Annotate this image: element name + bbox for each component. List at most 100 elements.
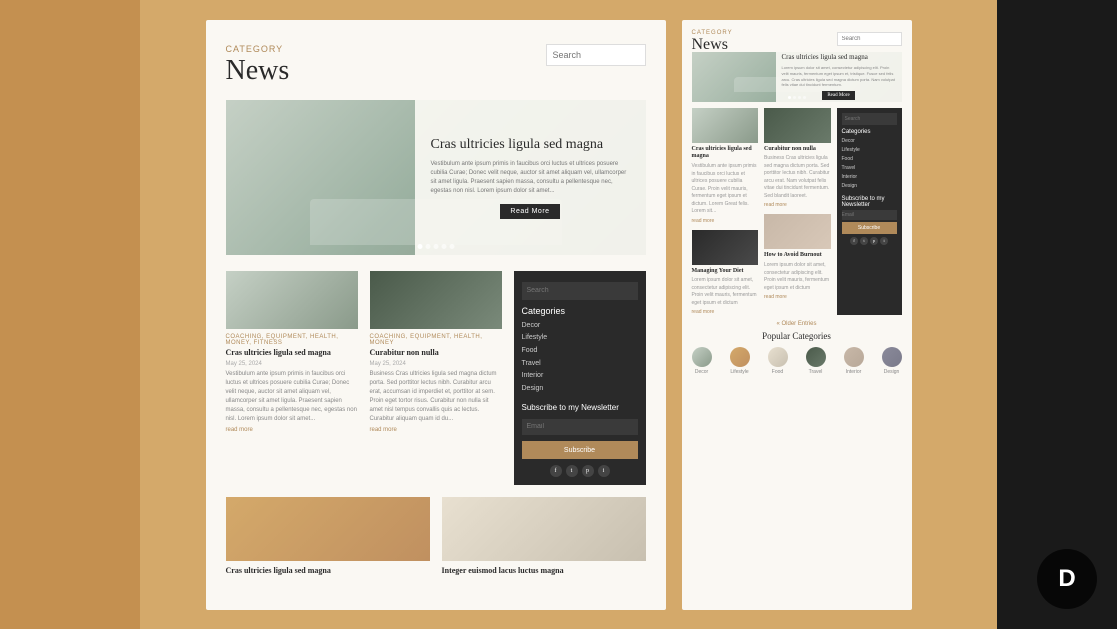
- rp-pop-food: Food: [768, 347, 788, 375]
- lp-pinterest-icon[interactable]: p: [582, 465, 594, 477]
- lp-card-4-title: Integer euismod lacus luctus magna: [442, 566, 646, 576]
- rp-card-1-text: Vestibulum ante ipsum primis in faucibus…: [692, 163, 759, 216]
- rp-card-4-image: [764, 214, 831, 249]
- lp-read-more-button[interactable]: Read More: [500, 204, 559, 219]
- lp-sidebar-categories-title: Categories: [522, 306, 638, 316]
- lp-twitter-icon[interactable]: t: [566, 465, 578, 477]
- rp-newsletter-email[interactable]: [842, 210, 897, 220]
- rp-older-entries[interactable]: « Older Entries: [692, 321, 902, 327]
- hero-dot-3[interactable]: [433, 244, 438, 249]
- rp-sidebar-cat-food[interactable]: Food: [842, 155, 897, 164]
- rp-facebook-icon[interactable]: f: [850, 237, 858, 245]
- rp-card-2-title: Curabitur non nulla: [764, 146, 831, 154]
- rp-popular-section: Popular Categories Decor Lifestyle Food …: [692, 331, 902, 375]
- rp-card-1: Cras ultricies ligula sed magna Vestibul…: [692, 108, 759, 224]
- lp-newsletter-title: Subscribe to my Newsletter: [522, 403, 638, 412]
- hero-dot-1[interactable]: [417, 244, 422, 249]
- lp-sidebar-cat-interior[interactable]: Interior: [522, 370, 638, 383]
- rp-pop-lifestyle: Lifestyle: [730, 347, 750, 375]
- lp-sidebar-cat-lifestyle[interactable]: Lifestyle: [522, 332, 638, 345]
- rp-card-2-text: Business Cras ultricies ligula sed magna…: [764, 155, 831, 200]
- lp-cards-row2: Cras ultricies ligula sed magna Integer …: [226, 497, 646, 578]
- rp-sidebar-cat-design[interactable]: Design: [842, 182, 897, 191]
- rp-sidebar-cat-decor[interactable]: Decor: [842, 137, 897, 146]
- lp-hero-title: Cras ultricies ligula sed magna: [431, 136, 630, 154]
- rp-sidebar-cat-travel[interactable]: Travel: [842, 164, 897, 173]
- rp-pop-interior-label: Interior: [846, 369, 862, 375]
- lp-search-input[interactable]: [546, 44, 646, 66]
- lp-sidebar-cat-travel[interactable]: Travel: [522, 358, 638, 371]
- rp-sidebar-search[interactable]: [842, 113, 897, 125]
- rp-dot-1[interactable]: [788, 96, 791, 99]
- rp-card-1-read-more[interactable]: read more: [692, 218, 759, 224]
- rp-dot-3[interactable]: [798, 96, 801, 99]
- rp-col-1: Cras ultricies ligula sed magna Vestibul…: [692, 108, 759, 316]
- rp-subscribe-button[interactable]: Subscribe: [842, 222, 897, 234]
- lp-card-1-category: Coaching, Equipment, Health, Money, Fitn…: [226, 334, 358, 346]
- rp-pop-lifestyle-circle[interactable]: [730, 347, 750, 367]
- lp-card-4-image: [442, 497, 646, 561]
- lp-instagram-icon[interactable]: i: [598, 465, 610, 477]
- rp-pop-lifestyle-label: Lifestyle: [730, 369, 748, 375]
- rp-pop-travel-circle[interactable]: [806, 347, 826, 367]
- rp-card-4-text: Lorem ipsum dolor sit amet, consectetur …: [764, 262, 831, 292]
- rp-dot-4[interactable]: [803, 96, 806, 99]
- rp-card-2: Curabitur non nulla Business Cras ultric…: [764, 108, 831, 209]
- rp-hero-title: Cras ultricies ligula sed magna: [782, 53, 896, 62]
- rp-search-input[interactable]: [837, 32, 902, 46]
- hero-dot-2[interactable]: [425, 244, 430, 249]
- rp-card-3: Managing Your Diet Lorem ipsum dolor sit…: [692, 230, 759, 316]
- hero-dot-5[interactable]: [449, 244, 454, 249]
- rp-pop-food-circle[interactable]: [768, 347, 788, 367]
- rp-pop-interior: Interior: [844, 347, 864, 375]
- rp-pop-travel-label: Travel: [809, 369, 823, 375]
- rp-social-icons: f t p i: [842, 237, 897, 245]
- rp-pop-interior-circle[interactable]: [844, 347, 864, 367]
- rp-instagram-icon[interactable]: i: [880, 237, 888, 245]
- rp-dot-2[interactable]: [793, 96, 796, 99]
- rp-hero-text: Lorem ipsum dolor sit amet, consectetur …: [782, 65, 896, 87]
- rp-pop-travel: Travel: [806, 347, 826, 375]
- rp-card-3-read-more[interactable]: read more: [692, 309, 759, 315]
- lp-hero-dots: [417, 244, 454, 249]
- rp-pop-design-circle[interactable]: [882, 347, 902, 367]
- rp-card-4-read-more[interactable]: read more: [764, 294, 831, 300]
- lp-card-2-date: May 25, 2024: [370, 361, 502, 367]
- lp-card-1-read-more[interactable]: read more: [226, 427, 358, 433]
- content-wrapper: Category News Cras ultricies ligula sed …: [206, 20, 912, 610]
- lp-facebook-icon[interactable]: f: [550, 465, 562, 477]
- lp-hero-overlay: Cras ultricies ligula sed magna Vestibul…: [415, 100, 646, 255]
- lp-sidebar-cat-food[interactable]: Food: [522, 345, 638, 358]
- rp-popular-title: Popular Categories: [692, 331, 902, 341]
- lp-subscribe-button[interactable]: Subscribe: [522, 441, 638, 459]
- lp-card-1-text: Vestibulum ante ipsum primis in faucibus…: [226, 370, 358, 424]
- lp-sidebar-search[interactable]: [522, 282, 638, 300]
- rp-read-more-button[interactable]: Read More: [822, 91, 854, 100]
- lp-card-1-image: [226, 271, 358, 329]
- rp-sidebar-cat-lifestyle[interactable]: Lifestyle: [842, 146, 897, 155]
- right-preview: Category News Cras ultricies ligula sed …: [682, 20, 912, 610]
- lp-card-3-title: Cras ultricies ligula sed magna: [226, 566, 430, 576]
- background-strip-left: [0, 0, 140, 629]
- lp-card-2-category: Coaching, Equipment, Health, Money: [370, 334, 502, 346]
- rp-card-2-image: [764, 108, 831, 143]
- rp-hero: Cras ultricies ligula sed magna Lorem ip…: [692, 52, 902, 102]
- lp-hero-description: Vestibulum ante ipsum primis in faucibus…: [431, 160, 630, 196]
- lp-sidebar-cat-design[interactable]: Design: [522, 383, 638, 396]
- rp-sidebar-cat-interior[interactable]: Interior: [842, 173, 897, 182]
- lp-social-icons: f t p i: [522, 465, 638, 477]
- rp-hero-dots: [788, 96, 806, 99]
- rp-sidebar-cat-title: Categories: [842, 129, 897, 135]
- lp-sidebar-cat-decor[interactable]: Decor: [522, 320, 638, 333]
- hero-dot-4[interactable]: [441, 244, 446, 249]
- rp-pinterest-icon[interactable]: p: [870, 237, 878, 245]
- rp-card-2-read-more[interactable]: read more: [764, 202, 831, 208]
- lp-card-2-image: [370, 271, 502, 329]
- rp-twitter-icon[interactable]: t: [860, 237, 868, 245]
- divi-watermark: D: [1037, 549, 1097, 609]
- lp-newsletter-email[interactable]: [522, 419, 638, 435]
- lp-card-2-read-more[interactable]: read more: [370, 427, 502, 433]
- rp-card-3-text: Lorem ipsum dolor sit amet, consectetur …: [692, 277, 759, 307]
- rp-pop-decor-circle[interactable]: [692, 347, 712, 367]
- rp-col-2: Curabitur non nulla Business Cras ultric…: [764, 108, 831, 316]
